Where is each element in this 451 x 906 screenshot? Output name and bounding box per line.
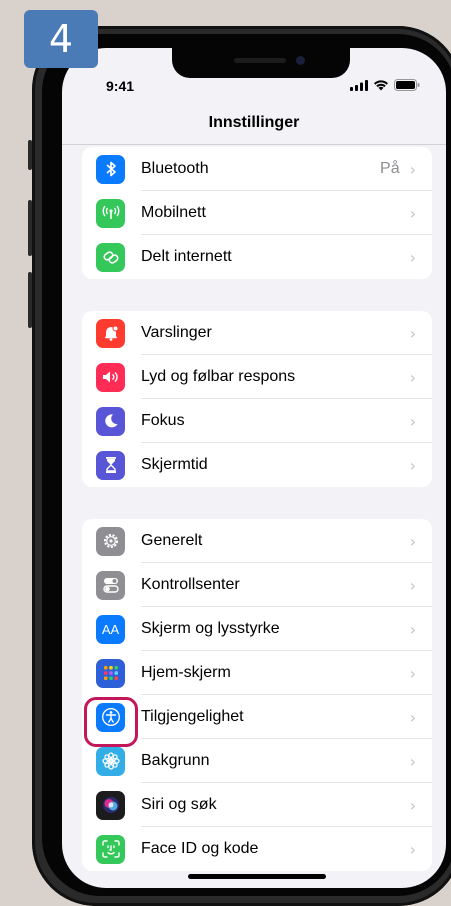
step-badge: 4 [24,10,98,68]
siri-icon [96,790,125,820]
text-size-icon: AA [96,614,125,644]
row-lyd[interactable]: Lyd og følbar respons › [82,355,432,399]
toggles-icon [96,570,125,600]
row-label: Siri og søk [141,796,217,813]
signal-icon [350,79,368,91]
settings-group-notifications: Varslinger › Lyd og følbar respons › Fok… [82,311,432,487]
page-title: Innstillinger [208,114,300,131]
chevron-right-icon: › [409,455,416,475]
wifi-icon [374,80,388,91]
row-mobilnett[interactable]: Mobilnett › [82,191,432,235]
face-id-icon [96,834,125,864]
settings-group-connectivity: Bluetooth På › Mobilnett › Delt internet… [82,147,432,279]
app-grid-icon [96,658,125,688]
row-fokus[interactable]: Fokus › [82,399,432,443]
row-label: Bakgrunn [141,752,210,769]
row-label: Face ID og kode [141,840,259,857]
speaker-icon [96,362,125,392]
text-size-glyph: AA [101,621,120,637]
row-skjermtid[interactable]: Skjermtid › [82,443,432,487]
speaker [234,58,286,63]
row-label: Generelt [141,532,203,549]
row-siri-og-sok[interactable]: Siri og søk › [82,783,432,827]
row-face-id[interactable]: Face ID og kode › [82,827,432,871]
row-label: Varslinger [141,324,212,341]
chevron-right-icon: › [409,619,416,639]
row-skjerm-og-lysstyrke[interactable]: AA Skjerm og lysstyrke › [82,607,432,651]
chevron-right-icon: › [409,839,416,859]
moon-icon [96,406,125,436]
volume-down-button [28,272,32,328]
chevron-right-icon: › [409,411,416,431]
chevron-right-icon: › [409,795,416,815]
chevron-right-icon: › [409,663,416,683]
row-bakgrunn[interactable]: Bakgrunn › [82,739,432,783]
chevron-right-icon: › [409,323,416,343]
row-bluetooth[interactable]: Bluetooth På › [82,147,432,191]
side-button [28,140,32,170]
row-label: Skjerm og lysstyrke [141,620,280,637]
home-indicator[interactable] [188,874,326,879]
status-icons [350,79,420,91]
chevron-right-icon: › [409,531,416,551]
link-icon [96,242,125,272]
row-label: Fokus [141,412,185,429]
row-generelt[interactable]: Generelt › [82,519,432,563]
screen: 9:41 Innstillinger Bluetooth På › Mobiln… [62,48,446,888]
row-label: Mobilnett [141,204,206,221]
chevron-right-icon: › [409,367,416,387]
row-label: Lyd og følbar respons [141,368,296,385]
status-time: 9:41 [106,78,135,94]
row-label: Bluetooth [141,160,209,177]
row-value: På [380,160,400,177]
row-label: Delt internett [141,248,232,265]
notch [172,48,350,78]
row-kontrollsenter[interactable]: Kontrollsenter › [82,563,432,607]
row-varslinger[interactable]: Varslinger › [82,311,432,355]
camera [296,56,305,65]
chevron-right-icon: › [409,575,416,595]
chevron-right-icon: › [409,247,416,267]
gear-icon [96,526,125,556]
hourglass-icon [96,450,125,480]
antenna-icon [96,198,125,228]
chevron-right-icon: › [409,751,416,771]
row-label: Skjermtid [141,456,208,473]
settings-group-general: Generelt › Kontrollsenter › AA Skjerm og… [82,519,432,871]
row-label: Kontrollsenter [141,576,240,593]
bluetooth-icon [96,154,125,184]
chevron-right-icon: › [409,707,416,727]
row-hjem-skjerm[interactable]: Hjem-skjerm › [82,651,432,695]
chevron-right-icon: › [409,203,416,223]
battery-icon [394,79,420,91]
accessibility-highlight-marker [84,697,138,747]
bell-icon [96,318,125,348]
row-delt-internett[interactable]: Delt internett › [82,235,432,279]
row-label: Hjem-skjerm [141,664,231,681]
volume-up-button [28,200,32,256]
nav-divider [62,144,446,145]
row-label: Tilgjengelighet [141,708,244,725]
flower-icon [96,746,125,776]
chevron-right-icon: › [409,159,416,179]
step-number: 4 [48,17,74,61]
